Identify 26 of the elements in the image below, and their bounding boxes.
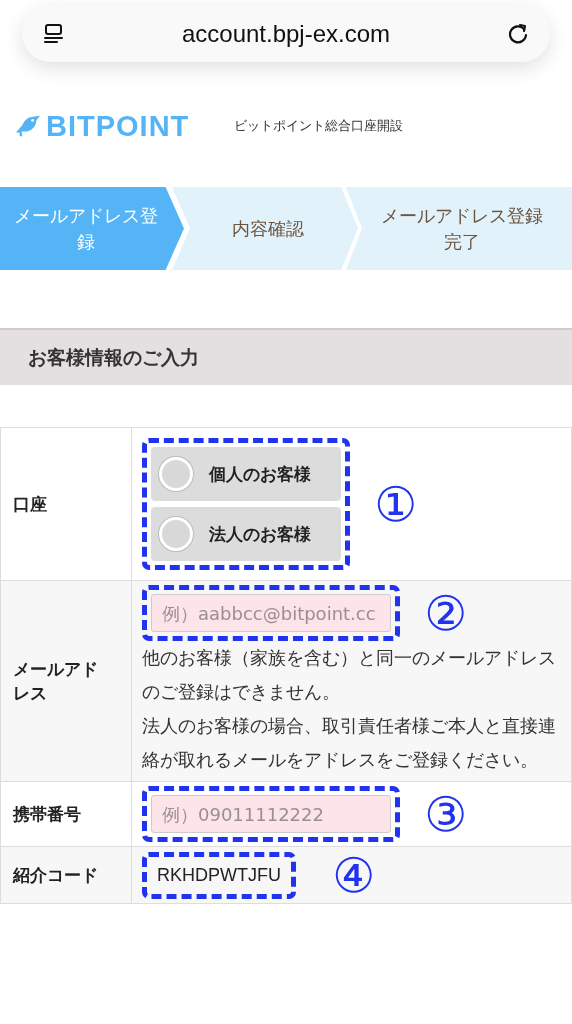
- table-cell: 紹介コード: [0, 847, 132, 903]
- radio-option[interactable]: 個人のお客様: [151, 447, 341, 501]
- progress-step: メールアドレス登録完了: [344, 187, 572, 270]
- radio-button[interactable]: [159, 457, 193, 491]
- step-number: ①: [374, 480, 418, 528]
- section-title: お客様情報のご入力: [28, 344, 199, 370]
- referral-code: RKHDPWTJFU: [156, 863, 282, 887]
- note-text: 法人のお客様の場合、取引責任者様ご本人と直接連絡が取れるメールをアドレスをご登録ください。: [142, 714, 557, 772]
- step-number: ④: [332, 851, 376, 899]
- progress-step: 内容確認: [170, 187, 358, 270]
- step-number: ②: [424, 589, 468, 637]
- site-subtitle: ビットポイント総合口座開設: [234, 117, 403, 135]
- reload-icon[interactable]: [506, 21, 530, 46]
- table-cell: メールアドレス: [0, 581, 132, 782]
- bird-icon: [14, 114, 42, 138]
- menu-icon[interactable]: [42, 21, 66, 46]
- input-field[interactable]: 例）aabbcc@bitpoint.cc: [151, 594, 391, 632]
- radio-button[interactable]: [159, 517, 193, 551]
- step-number: ③: [424, 790, 468, 838]
- address-bar[interactable]: account.bpj-ex.com: [22, 5, 550, 62]
- url-text: account.bpj-ex.com: [181, 19, 391, 48]
- note-text: 他のお客様（家族を含む）と同一のメールアドレスのご登録はできません。: [142, 646, 557, 704]
- logo-text: BITPOINT: [46, 109, 190, 143]
- radio-option[interactable]: 法人のお客様: [151, 507, 341, 561]
- progress-step: メールアドレス登録: [0, 187, 184, 270]
- input-field[interactable]: 例）09011112222: [151, 795, 391, 833]
